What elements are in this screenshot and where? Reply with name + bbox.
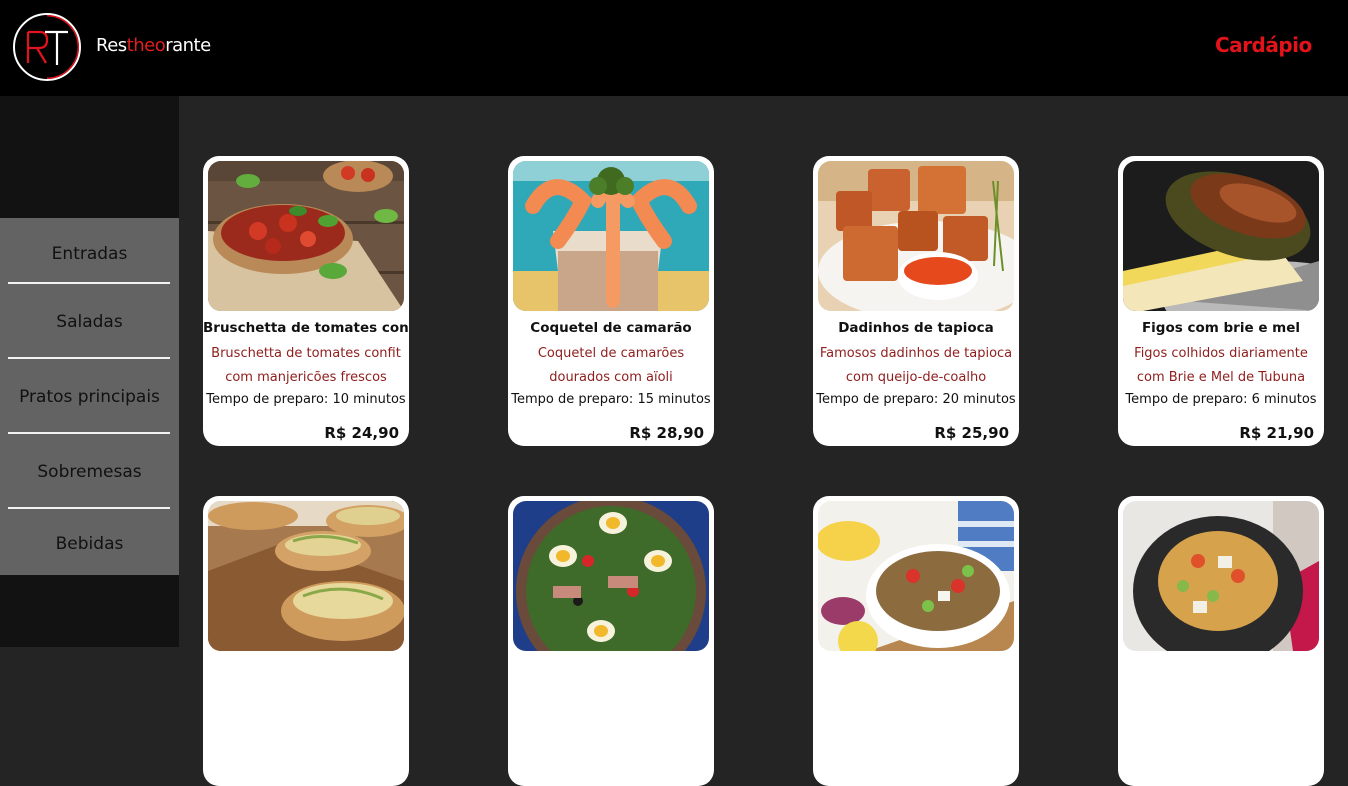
lentil-salad-photo: [818, 501, 1014, 651]
menu-card[interactable]: Bruschetta de tomates confit Bruschetta …: [203, 156, 409, 446]
figs-brie-photo: [1123, 161, 1319, 311]
brand-highlight: theo: [126, 35, 166, 56]
card-title: Dadinhos de tapioca: [838, 320, 994, 336]
card-title: Bruschetta de tomates confit: [203, 320, 409, 336]
brand-prefix: Res: [96, 35, 127, 56]
brand-name: Restheorante: [96, 35, 211, 56]
menu-card[interactable]: Coquetel de camarão Coquetel de camarões…: [508, 156, 714, 446]
card-description: Famosos dadinhos de tapioca com queijo-d…: [819, 346, 1013, 385]
card-description: Coquetel de camarões dourados com aïoli: [537, 346, 685, 385]
card-title: Coquetel de camarão: [530, 320, 692, 336]
category-menu: Entradas Saladas Pratos principais Sobre…: [0, 218, 179, 575]
card-price: R$ 24,90: [324, 424, 399, 442]
sidebar-item-saladas[interactable]: Saladas: [0, 286, 179, 358]
top-header: Restheorante Cardápio: [0, 0, 1348, 96]
pasta-salad-photo: [1123, 501, 1319, 651]
card-description: Figos colhidos diariamente com Brie e Me…: [1134, 346, 1308, 385]
card-price: R$ 25,90: [934, 424, 1009, 442]
sidebar-item-pratos-principais[interactable]: Pratos principais: [0, 361, 179, 433]
menu-divider: [8, 432, 170, 434]
card-prep-time: Tempo de preparo: 10 minutos: [206, 392, 406, 407]
menu-divider: [8, 282, 170, 284]
menu-card[interactable]: [813, 496, 1019, 786]
menu-divider: [8, 357, 170, 359]
sidebar-item-bebidas[interactable]: Bebidas: [0, 508, 179, 580]
card-description: Bruschetta de tomates confit com manjeri…: [211, 346, 401, 385]
crostini-photo: [208, 501, 404, 651]
nicoise-salad-photo: [513, 501, 709, 651]
menu-card[interactable]: Figos com brie e mel Figos colhidos diar…: [1118, 156, 1324, 446]
card-prep-time: Tempo de preparo: 15 minutos: [511, 392, 711, 407]
logo-icon: [26, 15, 79, 79]
card-price: R$ 28,90: [629, 424, 704, 442]
card-prep-time: Tempo de preparo: 6 minutos: [1125, 392, 1317, 407]
bruschetta-photo: [208, 161, 404, 311]
card-title: Figos com brie e mel: [1141, 320, 1301, 336]
sidebar-item-entradas[interactable]: Entradas: [0, 218, 179, 290]
logo[interactable]: [13, 13, 81, 81]
shrimp-cocktail-photo: [513, 161, 709, 311]
nav-link-cardapio[interactable]: Cardápio: [1215, 33, 1312, 57]
sidebar-item-sobremesas[interactable]: Sobremesas: [0, 436, 179, 508]
menu-card[interactable]: Dadinhos de tapioca Famosos dadinhos de …: [813, 156, 1019, 446]
tapioca-cubes-photo: [818, 161, 1014, 311]
menu-card[interactable]: [203, 496, 409, 786]
menu-card[interactable]: [508, 496, 714, 786]
card-prep-time: Tempo de preparo: 20 minutos: [816, 392, 1016, 407]
card-price: R$ 21,90: [1239, 424, 1314, 442]
menu-card[interactable]: [1118, 496, 1324, 786]
brand-suffix: rante: [165, 35, 211, 56]
sidebar: Entradas Saladas Pratos principais Sobre…: [0, 96, 179, 647]
